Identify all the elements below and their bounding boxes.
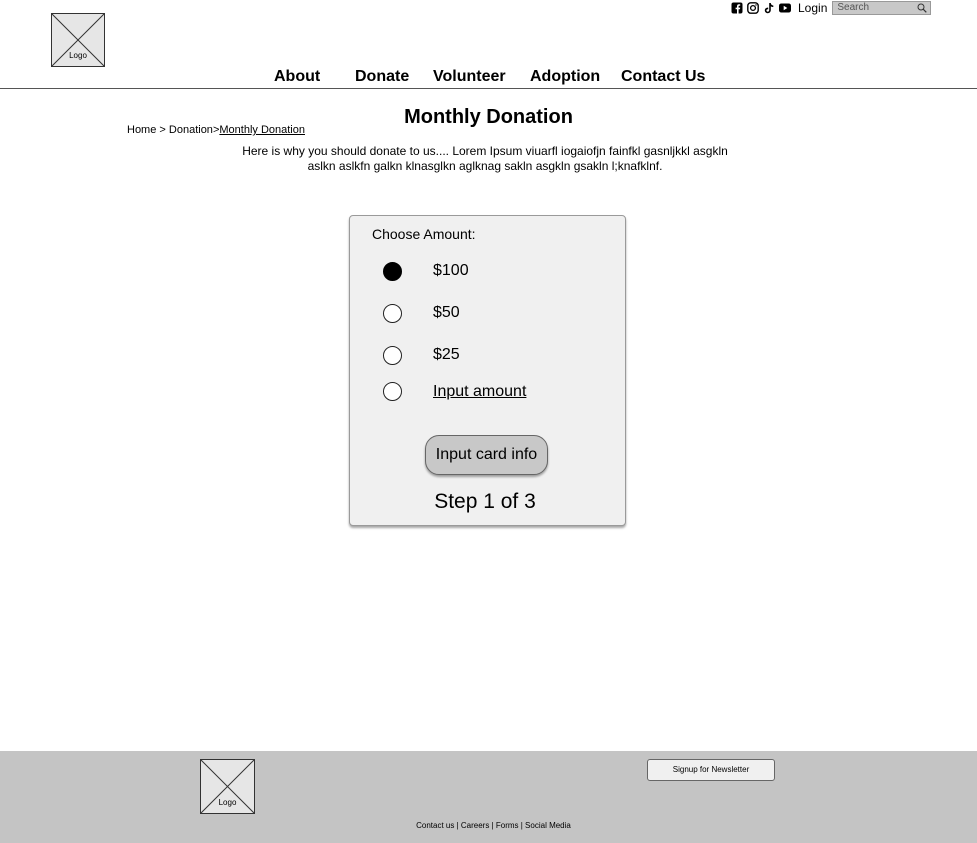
donation-card: Choose Amount: $100 $50 $25 Input amount…	[349, 215, 626, 526]
amount-radio-100[interactable]	[383, 262, 402, 281]
nav-contact-us[interactable]: Contact Us	[621, 68, 705, 86]
search-icon[interactable]	[917, 3, 928, 13]
intro-text: Here is why you should donate to us.... …	[242, 144, 728, 173]
amount-radio-50[interactable]	[383, 304, 402, 323]
choose-amount-label: Choose Amount:	[372, 226, 476, 242]
nav-volunteer[interactable]: Volunteer	[433, 68, 506, 86]
header-logo[interactable]: Logo	[51, 13, 105, 67]
amount-label-50[interactable]: $50	[433, 304, 460, 322]
tiktok-icon[interactable]	[763, 2, 775, 14]
amount-label-100[interactable]: $100	[433, 262, 469, 280]
youtube-icon[interactable]	[779, 2, 791, 14]
input-card-info-button[interactable]: Input card info	[425, 435, 548, 475]
amount-radio-custom[interactable]	[383, 382, 402, 401]
logo-label: Logo	[69, 51, 87, 60]
page-title: Monthly Donation	[404, 106, 573, 128]
amount-label-25[interactable]: $25	[433, 346, 460, 364]
login-link[interactable]: Login	[798, 1, 827, 15]
search-placeholder: Search	[837, 2, 870, 13]
step-indicator: Step 1 of 3	[434, 490, 536, 513]
footer-logo-label: Logo	[218, 798, 237, 807]
custom-amount-link[interactable]: Input amount	[433, 383, 526, 401]
footer-links[interactable]: Contact us | Careers | Forms | Social Me…	[0, 821, 977, 831]
nav-donate[interactable]: Donate	[355, 68, 409, 86]
facebook-icon[interactable]	[731, 2, 743, 14]
instagram-icon[interactable]	[747, 2, 759, 14]
nav-about[interactable]: About	[274, 68, 320, 86]
nav-adoption[interactable]: Adoption	[530, 68, 600, 86]
search-input[interactable]: Search	[832, 1, 932, 15]
top-utility-bar: Login Search	[731, 1, 932, 15]
footer: Logo Signup for Newsletter Contact us | …	[0, 751, 977, 843]
amount-radio-25[interactable]	[383, 346, 402, 365]
header-divider	[0, 88, 977, 89]
newsletter-signup-button[interactable]: Signup for Newsletter	[647, 759, 775, 781]
footer-logo[interactable]: Logo	[200, 759, 255, 814]
